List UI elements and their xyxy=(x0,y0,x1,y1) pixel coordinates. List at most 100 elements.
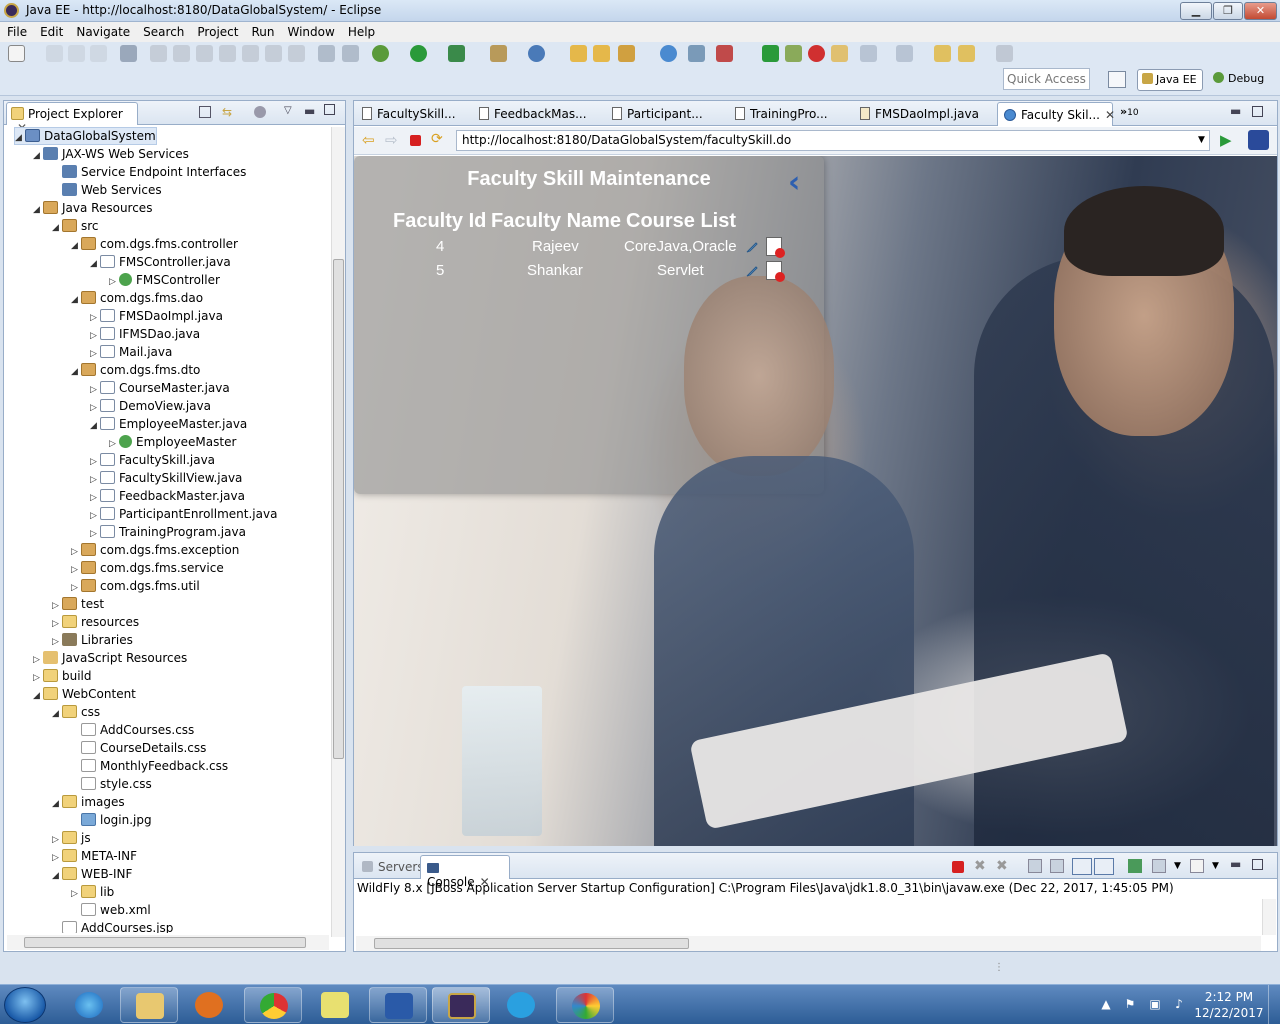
url-input[interactable]: http://localhost:8180/DataGlobalSystem/f… xyxy=(456,130,1210,151)
tree-item[interactable]: ▷ TrainingProgram.java xyxy=(90,523,246,541)
editor-tab-trainingprogram[interactable]: TrainingPro... xyxy=(729,102,834,126)
tree-item[interactable]: ◢ JAX-WS Web Services xyxy=(33,145,189,163)
terminate-icon[interactable] xyxy=(196,45,213,62)
tree-item[interactable]: ▷ JavaScript Resources xyxy=(33,649,187,667)
tree-item[interactable]: ◢ com.dgs.fms.controller xyxy=(71,235,238,253)
open-type-icon[interactable] xyxy=(570,45,587,62)
expanded-arrow-icon[interactable]: ◢ xyxy=(90,417,100,435)
save-icon[interactable] xyxy=(46,45,63,62)
step-into-icon[interactable] xyxy=(242,45,259,62)
expanded-arrow-icon[interactable]: ◢ xyxy=(15,130,25,146)
forward-icon[interactable] xyxy=(996,45,1013,62)
scroll-lock-icon[interactable] xyxy=(1050,859,1064,873)
back-chevron-icon[interactable]: ‹ xyxy=(788,168,800,198)
menu-project[interactable]: Project xyxy=(190,22,244,40)
editor-tab-fmsdaoimpl[interactable]: FMSDaoImpl.java xyxy=(854,102,985,126)
tree-item[interactable]: ◢ Java Resources xyxy=(33,199,152,217)
server-icon[interactable] xyxy=(716,45,733,62)
taskbar-internet-explorer[interactable] xyxy=(60,987,118,1023)
show-console-stdout-icon[interactable] xyxy=(1072,858,1092,875)
drop-to-frame-icon[interactable] xyxy=(342,45,359,62)
open-console-icon[interactable] xyxy=(1190,859,1204,873)
tree-item[interactable]: ▷ com.dgs.fms.service xyxy=(71,559,224,577)
tree-item[interactable]: ◢ DataGlobalSystem xyxy=(14,127,157,145)
minimize-console-icon[interactable]: ▬ xyxy=(1230,857,1241,871)
expanded-arrow-icon[interactable]: ◢ xyxy=(71,291,81,309)
tree-item[interactable]: ▷ Mail.java xyxy=(90,343,172,361)
display-console-icon[interactable] xyxy=(1152,859,1166,873)
tree-item[interactable]: web.xml xyxy=(71,901,151,919)
expanded-arrow-icon[interactable]: ◢ xyxy=(52,219,62,237)
forward-arrow-icon[interactable]: ⇨ xyxy=(385,131,398,149)
maximize-button[interactable]: ❐ xyxy=(1213,2,1243,20)
menu-search[interactable]: Search xyxy=(136,22,190,40)
new-class-icon[interactable] xyxy=(528,45,545,62)
expanded-arrow-icon[interactable]: ◢ xyxy=(71,363,81,381)
tree-item[interactable]: ◢ EmployeeMaster.java xyxy=(90,415,247,433)
clear-console-icon[interactable] xyxy=(1028,859,1042,873)
open-console-dropdown-icon[interactable]: ▼ xyxy=(1212,861,1219,871)
menu-run[interactable]: Run xyxy=(244,22,280,40)
menu-window[interactable]: Window xyxy=(280,22,340,40)
menu-edit[interactable]: Edit xyxy=(33,22,69,40)
more-tabs-button[interactable]: »10 xyxy=(1120,105,1139,118)
link-editor-icon[interactable]: ⇆ xyxy=(222,105,236,119)
close-button[interactable]: ✕ xyxy=(1244,2,1277,20)
taskbar-media-player[interactable] xyxy=(180,987,238,1023)
remove-launch-icon[interactable]: ✖ xyxy=(974,858,986,874)
disconnect-icon[interactable] xyxy=(219,45,236,62)
expanded-arrow-icon[interactable]: ◢ xyxy=(33,687,43,705)
minimize-view-icon[interactable]: ▬ xyxy=(304,104,315,118)
start-button[interactable] xyxy=(4,987,46,1023)
expanded-arrow-icon[interactable]: ◢ xyxy=(52,867,62,885)
tree-item[interactable]: ◢ css xyxy=(52,703,100,721)
tray-date[interactable]: 12/22/2017 xyxy=(1193,1006,1265,1021)
tree-item[interactable]: ▷ lib xyxy=(71,883,114,901)
taskbar-eclipse-javaee[interactable] xyxy=(432,987,490,1023)
refresh-icon[interactable]: ⟳ xyxy=(431,131,443,147)
taskbar-file-explorer[interactable] xyxy=(120,987,178,1023)
tree-item[interactable]: ▷ CourseMaster.java xyxy=(90,379,230,397)
tree-item[interactable]: ▷ build xyxy=(33,667,92,685)
use-step-filters-icon[interactable] xyxy=(318,45,335,62)
tree-item[interactable]: style.css xyxy=(71,775,152,793)
tray-time[interactable]: 2:12 PM xyxy=(1193,990,1265,1005)
expanded-arrow-icon[interactable]: ◢ xyxy=(33,201,43,219)
minimize-editor-icon[interactable]: ▬ xyxy=(1230,104,1241,118)
tray-flag-icon[interactable]: ⚑ xyxy=(1123,997,1137,1011)
print-icon[interactable] xyxy=(90,45,107,62)
tree-item[interactable]: ◢ WebContent xyxy=(33,685,136,703)
tree-item[interactable]: ▷ FMSDaoImpl.java xyxy=(90,307,223,325)
run-external-icon[interactable] xyxy=(448,45,465,62)
tree-item[interactable]: CourseDetails.css xyxy=(71,739,206,757)
back-icon[interactable] xyxy=(958,45,975,62)
tree-item[interactable]: ▷ resources xyxy=(52,613,139,631)
tree-item[interactable]: ◢ com.dgs.fms.dao xyxy=(71,289,203,307)
resume-icon[interactable] xyxy=(150,45,167,62)
menu-help[interactable]: Help xyxy=(341,22,381,40)
perspective-debug-button[interactable]: Debug xyxy=(1211,69,1273,91)
row-2-edit-icon[interactable] xyxy=(745,264,759,278)
row-1-delete-icon[interactable] xyxy=(766,237,785,258)
minimize-button[interactable]: ▁ xyxy=(1180,2,1212,20)
last-edit-icon[interactable] xyxy=(934,45,951,62)
search-icon[interactable] xyxy=(618,45,635,62)
tab-project-explorer[interactable]: Project Explorer ✕ xyxy=(6,102,138,135)
editor-tab-facultyskill[interactable]: FacultySkill... xyxy=(356,102,462,126)
debug-skip-icon[interactable] xyxy=(120,45,137,62)
maximize-editor-icon[interactable] xyxy=(1252,106,1263,117)
menu-file[interactable]: File xyxy=(0,22,33,40)
tab-console[interactable]: Console ✕ xyxy=(420,855,510,889)
tree-item[interactable]: Service Endpoint Interfaces xyxy=(52,163,246,181)
tree-item[interactable]: ▷ FeedbackMaster.java xyxy=(90,487,245,505)
next-annotation-icon[interactable] xyxy=(860,45,877,62)
show-desktop-button[interactable] xyxy=(1268,985,1280,1024)
tree-item[interactable]: AddCourses.css xyxy=(71,721,194,739)
tree-item[interactable]: ▷ test xyxy=(52,595,104,613)
external-browser-icon[interactable] xyxy=(1248,130,1269,150)
tree-item[interactable]: ▷ FacultySkillView.java xyxy=(90,469,242,487)
publish-icon[interactable] xyxy=(688,45,705,62)
prev-annotation-icon[interactable] xyxy=(896,45,913,62)
start-server-icon[interactable] xyxy=(762,45,779,62)
tray-volume-icon[interactable]: ♪ xyxy=(1172,997,1186,1011)
